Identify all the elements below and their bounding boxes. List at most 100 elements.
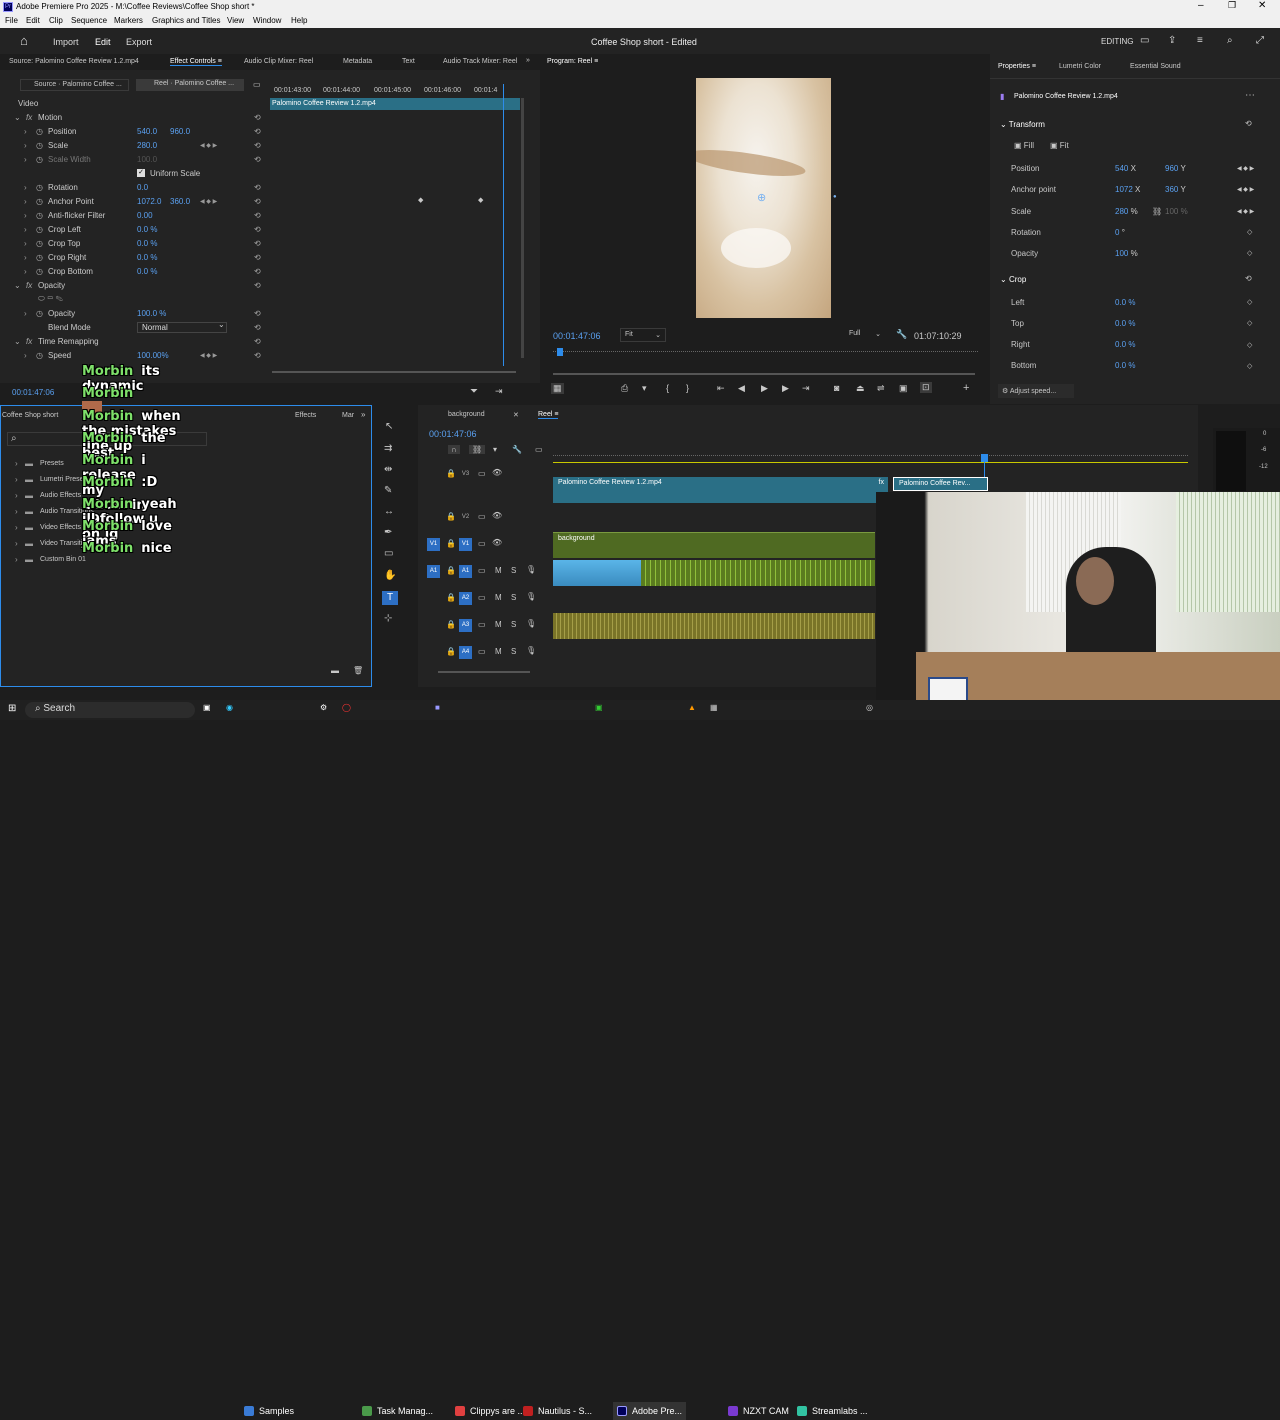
- export-frame-icon[interactable]: ⎙: [621, 383, 628, 394]
- property-row[interactable]: › ◷ Scale 280.0 ◀ ◆ ▶ ⟲: [0, 138, 268, 152]
- program-playhead[interactable]: [557, 348, 563, 356]
- reset-icon[interactable]: ⟲: [254, 323, 261, 332]
- play-icon[interactable]: ▶: [761, 383, 768, 394]
- task-view-icon[interactable]: ▣: [203, 703, 211, 712]
- track-header[interactable]: A1 🔒 A1 ▭ M S 🎙: [418, 559, 553, 585]
- mute-button[interactable]: M: [495, 593, 502, 602]
- clip-palomino-1[interactable]: Palomino Coffee Review 1.2.mp4 fx: [553, 477, 888, 503]
- tab-text[interactable]: Text: [402, 58, 415, 65]
- reset-crop-icon[interactable]: ⟲: [1245, 274, 1252, 283]
- property-value[interactable]: 0.0 %: [137, 253, 157, 262]
- property-value[interactable]: Normal: [137, 321, 227, 333]
- clip-palomino-2[interactable]: Palomino Coffee Rev...: [893, 477, 988, 491]
- track-header[interactable]: 🔒 A3 ▭ M S 🎙: [418, 613, 553, 639]
- ec-keyframe[interactable]: ◆: [478, 196, 483, 204]
- transform-value[interactable]: 280 %: [1115, 207, 1138, 216]
- ec-zoom-slider[interactable]: [272, 371, 516, 373]
- crop-row[interactable]: Bottom 0.0 % ◇: [990, 359, 1280, 373]
- keyframe-nav[interactable]: ◀ ◆ ▶: [1237, 165, 1254, 172]
- tab-effect-controls[interactable]: Effect Controls ≡: [170, 58, 222, 66]
- property-row[interactable]: › ◷ Anti-flicker Filter 0.00 ⟲: [0, 208, 268, 222]
- wrench-icon[interactable]: 🔧: [896, 329, 907, 340]
- track-name[interactable]: V1: [459, 538, 472, 551]
- menu-window[interactable]: Window: [253, 16, 281, 25]
- taskbar-item[interactable]: Nautilus - S...: [523, 1402, 592, 1420]
- mic-icon[interactable]: 🎙: [526, 646, 536, 655]
- windows-icon[interactable]: ⊞: [8, 703, 16, 714]
- property-value[interactable]: 0.0 %: [137, 267, 157, 276]
- mute-button[interactable]: M: [495, 566, 502, 575]
- delete-icon[interactable]: 🗑: [353, 666, 363, 675]
- tab-markers[interactable]: Mar: [342, 412, 354, 419]
- settings-grid-icon[interactable]: ▦: [551, 383, 564, 394]
- rectangle-tool-icon[interactable]: ▭: [384, 548, 393, 559]
- property-row[interactable]: › ◷ Position 540.0 960.0 ⟲: [0, 124, 268, 138]
- transform-header[interactable]: ⌄ Transform: [1000, 120, 1045, 129]
- property-row[interactable]: › ◷ Crop Right 0.0 % ⟲: [0, 250, 268, 264]
- property-row[interactable]: › ◷ Opacity 100.0 % ⟲: [0, 306, 268, 320]
- mic-icon[interactable]: 🎙: [526, 592, 536, 601]
- add-marker-icon[interactable]: ▾: [642, 383, 647, 394]
- step-back-icon[interactable]: ◀: [738, 383, 745, 394]
- track-name[interactable]: A1: [459, 565, 472, 578]
- ec-scrollbar[interactable]: [521, 98, 524, 358]
- vlc-icon[interactable]: ▲: [688, 703, 696, 712]
- camera-icon[interactable]: ◙: [834, 383, 839, 393]
- property-row[interactable]: ⌄ fx Opacity ⟲: [0, 278, 268, 292]
- step-forward-icon[interactable]: ▶: [782, 383, 789, 394]
- comparison-icon[interactable]: ▣: [899, 383, 908, 394]
- menu-graphics[interactable]: Graphics and Titles: [152, 16, 220, 25]
- menu-sequence[interactable]: Sequence: [71, 16, 107, 25]
- opera-icon[interactable]: ◯: [342, 703, 351, 712]
- source-patch[interactable]: A1: [427, 565, 440, 578]
- more-icon[interactable]: ⋯: [1245, 90, 1255, 101]
- transform-value[interactable]: 1072 X: [1115, 185, 1140, 194]
- reset-icon[interactable]: ⟲: [254, 281, 261, 290]
- track-select-icon[interactable]: ⇉: [384, 443, 392, 454]
- track-name[interactable]: V3: [459, 468, 472, 481]
- sync-lock-icon[interactable]: ▭: [478, 566, 486, 575]
- property-value[interactable]: 540.0: [137, 127, 157, 136]
- adjust-speed-button[interactable]: ⚙ Adjust speed...: [998, 384, 1074, 398]
- property-value[interactable]: 100.0 %: [137, 309, 166, 318]
- reset-icon[interactable]: ⟲: [254, 337, 261, 346]
- track-header[interactable]: 🔒 V3 ▭ 👁: [418, 462, 553, 488]
- transform-value[interactable]: 0 °: [1115, 228, 1125, 237]
- reset-icon[interactable]: ⟲: [254, 267, 261, 276]
- link-icon[interactable]: ⛓: [1152, 207, 1162, 216]
- keyframe-nav[interactable]: ◀ ◆ ▶: [200, 142, 217, 149]
- transform-value[interactable]: 960 Y: [1165, 164, 1186, 173]
- crop-value[interactable]: 0.0 %: [1115, 361, 1135, 370]
- reset-icon[interactable]: ⟲: [254, 183, 261, 192]
- sync-lock-icon[interactable]: ▭: [478, 539, 486, 548]
- reset-icon[interactable]: ⟲: [254, 127, 261, 136]
- property-row[interactable]: › ◷ Anchor Point 1072.0 360.0 ◀ ◆ ▶ ⟲: [0, 194, 268, 208]
- transform-handle[interactable]: ●: [833, 194, 837, 200]
- reset-icon[interactable]: ⟲: [254, 113, 261, 122]
- property-value[interactable]: 360.0: [170, 197, 190, 206]
- sync-lock-icon[interactable]: ▭: [478, 469, 486, 478]
- menu-clip[interactable]: Clip: [49, 16, 63, 25]
- filter-icon[interactable]: ⏷: [470, 386, 478, 397]
- app-icon[interactable]: ▣: [595, 703, 603, 712]
- reset-icon[interactable]: ⟲: [254, 309, 261, 318]
- eye-icon[interactable]: 👁: [492, 511, 502, 520]
- mark-in-icon[interactable]: {: [666, 383, 669, 393]
- reset-icon[interactable]: ⟲: [254, 253, 261, 262]
- menu-edit[interactable]: Edit: [26, 16, 40, 25]
- transform-row[interactable]: Scale 280 % 100 % ⛓ ◀ ◆ ▶: [990, 204, 1280, 218]
- lock-icon[interactable]: 🔒: [446, 620, 456, 629]
- property-row[interactable]: ⌄ fx Time Remapping ⟲: [0, 334, 268, 348]
- ripple-edit-icon[interactable]: ⇹: [384, 464, 392, 475]
- taskbar-item-active[interactable]: Adobe Pre...: [613, 1402, 687, 1420]
- property-value[interactable]: 960.0: [170, 127, 190, 136]
- crop-row[interactable]: Left 0.0 % ◇: [990, 295, 1280, 309]
- property-row[interactable]: ⬭ ▭ ✎: [0, 292, 268, 306]
- ec-timecode[interactable]: 00:01:47:06: [12, 388, 54, 397]
- keyframe-nav[interactable]: ◀ ◆ ▶: [1237, 208, 1254, 215]
- caption-tool-icon[interactable]: ⊹: [384, 613, 392, 624]
- tab-edit[interactable]: Edit: [95, 37, 111, 47]
- timeline-scroll[interactable]: [438, 671, 530, 673]
- program-timecode[interactable]: 00:01:47:06: [553, 331, 601, 341]
- keyframe-toggle[interactable]: ◇: [1247, 341, 1252, 349]
